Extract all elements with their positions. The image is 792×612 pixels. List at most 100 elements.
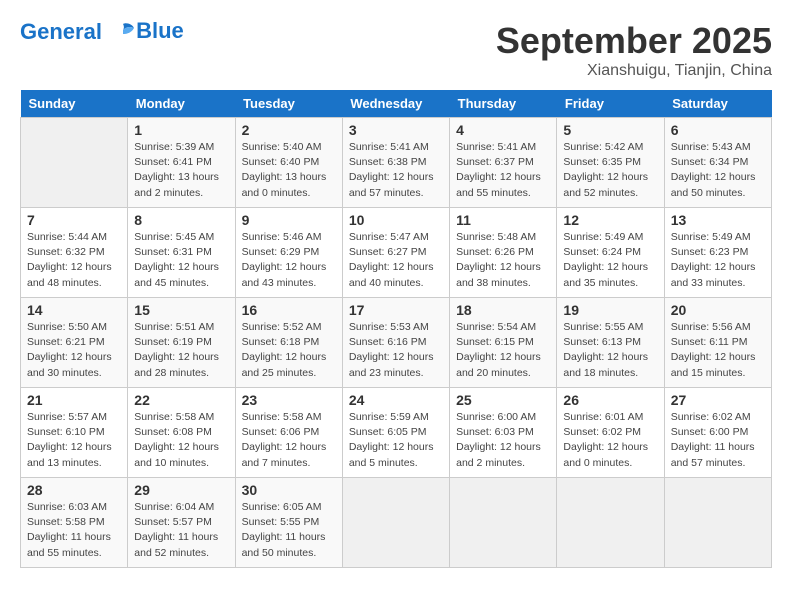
day-number: 4 xyxy=(456,122,550,138)
calendar-cell: 7 Sunrise: 5:44 AM Sunset: 6:32 PM Daylig… xyxy=(21,208,128,298)
day-info: Sunrise: 5:52 AM Sunset: 6:18 PM Dayligh… xyxy=(242,320,336,381)
day-number: 13 xyxy=(671,212,765,228)
logo-text-blue: Blue xyxy=(136,18,184,44)
calendar-cell xyxy=(557,478,664,568)
calendar-week-2: 7 Sunrise: 5:44 AM Sunset: 6:32 PM Daylig… xyxy=(21,208,772,298)
logo-bird-icon xyxy=(110,22,136,44)
calendar-week-3: 14Sunrise: 5:50 AM Sunset: 6:21 PM Dayli… xyxy=(21,298,772,388)
day-info: Sunrise: 6:00 AM Sunset: 6:03 PM Dayligh… xyxy=(456,410,550,471)
day-header-monday: Monday xyxy=(128,90,235,118)
calendar-cell: 13 Sunrise: 5:49 AM Sunset: 6:23 PM Dayli… xyxy=(664,208,771,298)
day-info: Sunrise: 5:41 AM Sunset: 6:38 PM Dayligh… xyxy=(349,140,443,201)
day-info: Sunrise: 5:50 AM Sunset: 6:21 PM Dayligh… xyxy=(27,320,121,381)
day-header-tuesday: Tuesday xyxy=(235,90,342,118)
calendar-cell: 18 Sunrise: 5:54 AM Sunset: 6:15 PM Dayli… xyxy=(450,298,557,388)
calendar-cell xyxy=(342,478,449,568)
calendar-cell: 25 Sunrise: 6:00 AM Sunset: 6:03 PM Dayli… xyxy=(450,388,557,478)
calendar-cell xyxy=(450,478,557,568)
calendar-cell: 4 Sunrise: 5:41 AM Sunset: 6:37 PM Daylig… xyxy=(450,118,557,208)
day-number: 22 xyxy=(134,392,228,408)
day-info: Sunrise: 5:45 AM Sunset: 6:31 PM Dayligh… xyxy=(134,230,228,291)
calendar-cell xyxy=(664,478,771,568)
page-header: General Blue September 2025 Xianshuigu, … xyxy=(20,20,772,80)
calendar-cell: 23Sunrise: 5:58 AM Sunset: 6:06 PM Dayli… xyxy=(235,388,342,478)
day-info: Sunrise: 5:59 AM Sunset: 6:05 PM Dayligh… xyxy=(349,410,443,471)
day-info: Sunrise: 5:42 AM Sunset: 6:35 PM Dayligh… xyxy=(563,140,657,201)
day-number: 7 xyxy=(27,212,121,228)
logo-text-general: General xyxy=(20,19,102,44)
day-number: 21 xyxy=(27,392,121,408)
day-info: Sunrise: 5:51 AM Sunset: 6:19 PM Dayligh… xyxy=(134,320,228,381)
day-info: Sunrise: 5:53 AM Sunset: 6:16 PM Dayligh… xyxy=(349,320,443,381)
calendar-cell: 14Sunrise: 5:50 AM Sunset: 6:21 PM Dayli… xyxy=(21,298,128,388)
day-info: Sunrise: 5:41 AM Sunset: 6:37 PM Dayligh… xyxy=(456,140,550,201)
day-info: Sunrise: 5:58 AM Sunset: 6:06 PM Dayligh… xyxy=(242,410,336,471)
calendar-cell: 16 Sunrise: 5:52 AM Sunset: 6:18 PM Dayli… xyxy=(235,298,342,388)
day-number: 17 xyxy=(349,302,443,318)
day-number: 5 xyxy=(563,122,657,138)
calendar-cell: 26Sunrise: 6:01 AM Sunset: 6:02 PM Dayli… xyxy=(557,388,664,478)
day-info: Sunrise: 5:55 AM Sunset: 6:13 PM Dayligh… xyxy=(563,320,657,381)
calendar-cell: 10 Sunrise: 5:47 AM Sunset: 6:27 PM Dayli… xyxy=(342,208,449,298)
calendar-cell: 19 Sunrise: 5:55 AM Sunset: 6:13 PM Dayli… xyxy=(557,298,664,388)
calendar-cell: 29 Sunrise: 6:04 AM Sunset: 5:57 PM Dayli… xyxy=(128,478,235,568)
day-number: 27 xyxy=(671,392,765,408)
day-number: 8 xyxy=(134,212,228,228)
calendar-week-5: 28 Sunrise: 6:03 AM Sunset: 5:58 PM Dayli… xyxy=(21,478,772,568)
calendar-header-row: SundayMondayTuesdayWednesdayThursdayFrid… xyxy=(21,90,772,118)
calendar-cell: 6Sunrise: 5:43 AM Sunset: 6:34 PM Daylig… xyxy=(664,118,771,208)
calendar-cell: 21 Sunrise: 5:57 AM Sunset: 6:10 PM Dayli… xyxy=(21,388,128,478)
calendar-week-1: 1 Sunrise: 5:39 AM Sunset: 6:41 PM Daylig… xyxy=(21,118,772,208)
day-header-saturday: Saturday xyxy=(664,90,771,118)
calendar-cell: 9Sunrise: 5:46 AM Sunset: 6:29 PM Daylig… xyxy=(235,208,342,298)
day-number: 19 xyxy=(563,302,657,318)
day-number: 10 xyxy=(349,212,443,228)
day-info: Sunrise: 5:39 AM Sunset: 6:41 PM Dayligh… xyxy=(134,140,228,201)
day-info: Sunrise: 6:04 AM Sunset: 5:57 PM Dayligh… xyxy=(134,500,228,561)
day-header-wednesday: Wednesday xyxy=(342,90,449,118)
day-number: 9 xyxy=(242,212,336,228)
day-info: Sunrise: 5:49 AM Sunset: 6:23 PM Dayligh… xyxy=(671,230,765,291)
logo: General Blue xyxy=(20,20,184,44)
day-info: Sunrise: 5:57 AM Sunset: 6:10 PM Dayligh… xyxy=(27,410,121,471)
day-number: 18 xyxy=(456,302,550,318)
day-number: 2 xyxy=(242,122,336,138)
calendar-cell: 3 Sunrise: 5:41 AM Sunset: 6:38 PM Daylig… xyxy=(342,118,449,208)
day-info: Sunrise: 5:49 AM Sunset: 6:24 PM Dayligh… xyxy=(563,230,657,291)
day-header-sunday: Sunday xyxy=(21,90,128,118)
calendar-cell: 20 Sunrise: 5:56 AM Sunset: 6:11 PM Dayli… xyxy=(664,298,771,388)
day-number: 3 xyxy=(349,122,443,138)
day-number: 12 xyxy=(563,212,657,228)
calendar-cell: 17 Sunrise: 5:53 AM Sunset: 6:16 PM Dayli… xyxy=(342,298,449,388)
day-number: 29 xyxy=(134,482,228,498)
day-info: Sunrise: 5:44 AM Sunset: 6:32 PM Dayligh… xyxy=(27,230,121,291)
day-number: 1 xyxy=(134,122,228,138)
day-number: 24 xyxy=(349,392,443,408)
day-info: Sunrise: 5:58 AM Sunset: 6:08 PM Dayligh… xyxy=(134,410,228,471)
calendar-cell: 15 Sunrise: 5:51 AM Sunset: 6:19 PM Dayli… xyxy=(128,298,235,388)
day-number: 16 xyxy=(242,302,336,318)
calendar-cell: 8 Sunrise: 5:45 AM Sunset: 6:31 PM Daylig… xyxy=(128,208,235,298)
day-number: 25 xyxy=(456,392,550,408)
day-info: Sunrise: 6:05 AM Sunset: 5:55 PM Dayligh… xyxy=(242,500,336,561)
calendar-cell: 2Sunrise: 5:40 AM Sunset: 6:40 PM Daylig… xyxy=(235,118,342,208)
day-number: 26 xyxy=(563,392,657,408)
day-header-friday: Friday xyxy=(557,90,664,118)
day-info: Sunrise: 5:48 AM Sunset: 6:26 PM Dayligh… xyxy=(456,230,550,291)
calendar-cell: 11Sunrise: 5:48 AM Sunset: 6:26 PM Dayli… xyxy=(450,208,557,298)
calendar-cell: 24 Sunrise: 5:59 AM Sunset: 6:05 PM Dayli… xyxy=(342,388,449,478)
calendar-cell: 30 Sunrise: 6:05 AM Sunset: 5:55 PM Dayli… xyxy=(235,478,342,568)
calendar-cell xyxy=(21,118,128,208)
day-info: Sunrise: 5:56 AM Sunset: 6:11 PM Dayligh… xyxy=(671,320,765,381)
calendar-week-4: 21 Sunrise: 5:57 AM Sunset: 6:10 PM Dayli… xyxy=(21,388,772,478)
day-number: 28 xyxy=(27,482,121,498)
day-number: 15 xyxy=(134,302,228,318)
month-title: September 2025 xyxy=(496,20,772,62)
calendar-cell: 5 Sunrise: 5:42 AM Sunset: 6:35 PM Daylig… xyxy=(557,118,664,208)
day-number: 30 xyxy=(242,482,336,498)
day-info: Sunrise: 5:47 AM Sunset: 6:27 PM Dayligh… xyxy=(349,230,443,291)
calendar-cell: 28 Sunrise: 6:03 AM Sunset: 5:58 PM Dayli… xyxy=(21,478,128,568)
day-info: Sunrise: 6:03 AM Sunset: 5:58 PM Dayligh… xyxy=(27,500,121,561)
day-number: 20 xyxy=(671,302,765,318)
day-info: Sunrise: 5:54 AM Sunset: 6:15 PM Dayligh… xyxy=(456,320,550,381)
